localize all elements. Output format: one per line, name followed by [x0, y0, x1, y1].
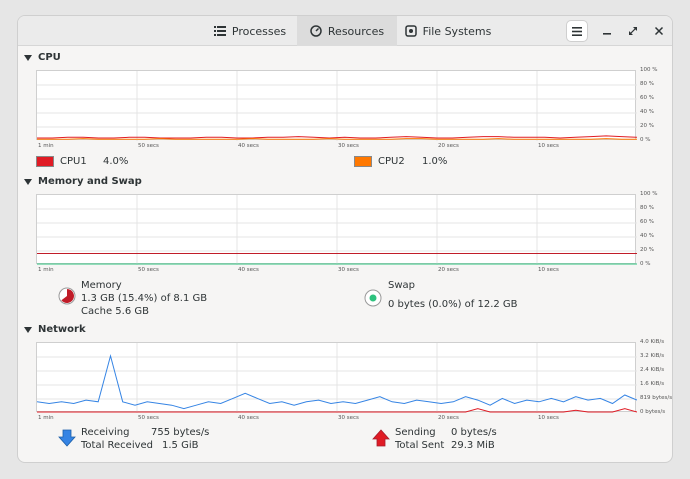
x-tick-label: 30 secs: [338, 143, 359, 149]
system-monitor-window: Processes Resources File Systems CPU 100…: [17, 15, 673, 463]
y-tick-label: 0 %: [640, 137, 651, 143]
tab-file-systems[interactable]: File Systems: [398, 16, 498, 46]
minimize-icon: [603, 33, 611, 35]
x-tick-label: 30 secs: [338, 267, 359, 273]
y-tick-label: 100 %: [640, 191, 658, 197]
collapse-triangle-icon: [24, 54, 32, 61]
y-tick-label: 1.6 KiB/s: [640, 381, 665, 387]
collapse-triangle-icon: [24, 178, 32, 185]
x-tick-label: 1 min: [38, 267, 54, 273]
header-bar: Processes Resources File Systems: [18, 16, 672, 46]
x-tick-label: 20 secs: [438, 267, 459, 273]
x-tick-label: 20 secs: [438, 143, 459, 149]
x-tick-label: 20 secs: [438, 415, 459, 421]
cpu2-label: CPU2: [378, 156, 405, 167]
cpu-section-header[interactable]: CPU: [24, 52, 61, 63]
cpu2-color-swatch[interactable]: [354, 156, 372, 167]
section-title: CPU: [38, 52, 61, 63]
hamburger-icon: [572, 26, 582, 36]
memory-section-header[interactable]: Memory and Swap: [24, 176, 142, 187]
tab-label: Resources: [327, 24, 385, 38]
x-tick-label: 40 secs: [238, 267, 259, 273]
x-tick-label: 10 secs: [538, 267, 559, 273]
y-tick-label: 0 %: [640, 261, 651, 267]
x-tick-label: 50 secs: [138, 415, 159, 421]
y-tick-label: 819 bytes/s: [640, 395, 673, 401]
y-tick-label: 2.4 KiB/s: [640, 367, 665, 373]
x-tick-label: 40 secs: [238, 143, 259, 149]
x-tick-label: 1 min: [38, 143, 54, 149]
cpu-graph: [36, 70, 638, 141]
cpu1-value: 4.0%: [103, 156, 129, 167]
y-tick-label: 20 %: [640, 123, 654, 129]
memory-usage: 1.3 GB (15.4%) of 8.1 GB: [81, 293, 208, 304]
sending-arrow-icon[interactable]: [372, 429, 390, 447]
network-graph: [36, 342, 638, 413]
network-section-header[interactable]: Network: [24, 324, 86, 335]
gauge-icon: [310, 25, 322, 37]
close-button[interactable]: [648, 20, 670, 42]
total-sent-label: Total Sent: [395, 440, 445, 451]
memory-graph: [36, 194, 637, 265]
disk-icon: [404, 25, 417, 37]
series-line-cpu2: [37, 138, 637, 140]
x-tick-label: 40 secs: [238, 415, 259, 421]
x-tick-label: 50 secs: [138, 143, 159, 149]
receiving-label: Receiving: [81, 427, 130, 438]
maximize-icon: [629, 27, 637, 35]
list-icon: [213, 26, 226, 36]
total-received-value: 1.5 GiB: [162, 440, 199, 451]
collapse-triangle-icon: [24, 326, 32, 333]
x-tick-label: 1 min: [38, 415, 54, 421]
swap-label: Swap: [388, 280, 416, 291]
cpu1-color-swatch[interactable]: [36, 156, 54, 167]
y-tick-label: 80 %: [640, 205, 654, 211]
x-tick-label: 10 secs: [538, 143, 559, 149]
receiving-arrow-icon[interactable]: [58, 429, 76, 447]
y-tick-label: 40 %: [640, 233, 654, 239]
maximize-button[interactable]: [622, 20, 644, 42]
swap-usage: 0 bytes (0.0%) of 12.2 GB: [388, 299, 518, 310]
y-tick-label: 100 %: [640, 67, 658, 73]
tab-label: Processes: [231, 24, 287, 38]
x-tick-label: 10 secs: [538, 415, 559, 421]
y-tick-label: 0 bytes/s: [640, 409, 666, 415]
cpu1-label: CPU1: [60, 156, 87, 167]
minimize-button[interactable]: [596, 20, 618, 42]
tab-processes[interactable]: Processes: [204, 16, 296, 46]
cpu2-value: 1.0%: [422, 156, 448, 167]
x-tick-label: 50 secs: [138, 267, 159, 273]
y-tick-label: 80 %: [640, 81, 654, 87]
network-chart: [36, 343, 638, 413]
y-tick-label: 20 %: [640, 247, 654, 253]
y-tick-label: 60 %: [640, 95, 654, 101]
y-tick-label: 40 %: [640, 109, 654, 115]
receiving-value: 755 bytes/s: [151, 427, 210, 438]
memory-chart: [37, 195, 637, 265]
total-sent-value: 29.3 MiB: [451, 440, 495, 451]
y-tick-label: 4.0 KiB/s: [640, 339, 665, 345]
tab-resources[interactable]: Resources: [297, 16, 397, 46]
y-tick-label: 60 %: [640, 219, 654, 225]
section-title: Network: [38, 324, 86, 335]
cpu-chart: [37, 71, 638, 141]
memory-cache: Cache 5.6 GB: [81, 306, 149, 317]
swap-pie-icon[interactable]: [364, 289, 382, 307]
memory-pie-icon[interactable]: [58, 287, 76, 305]
close-icon: [654, 26, 664, 36]
section-title: Memory and Swap: [38, 176, 142, 187]
y-tick-label: 3.2 KiB/s: [640, 353, 665, 359]
x-tick-label: 30 secs: [338, 415, 359, 421]
sending-label: Sending: [395, 427, 436, 438]
menu-button[interactable]: [566, 20, 588, 42]
sending-value: 0 bytes/s: [451, 427, 497, 438]
tab-label: File Systems: [422, 24, 492, 38]
memory-label: Memory: [81, 280, 122, 291]
total-received-label: Total Received: [81, 440, 154, 451]
